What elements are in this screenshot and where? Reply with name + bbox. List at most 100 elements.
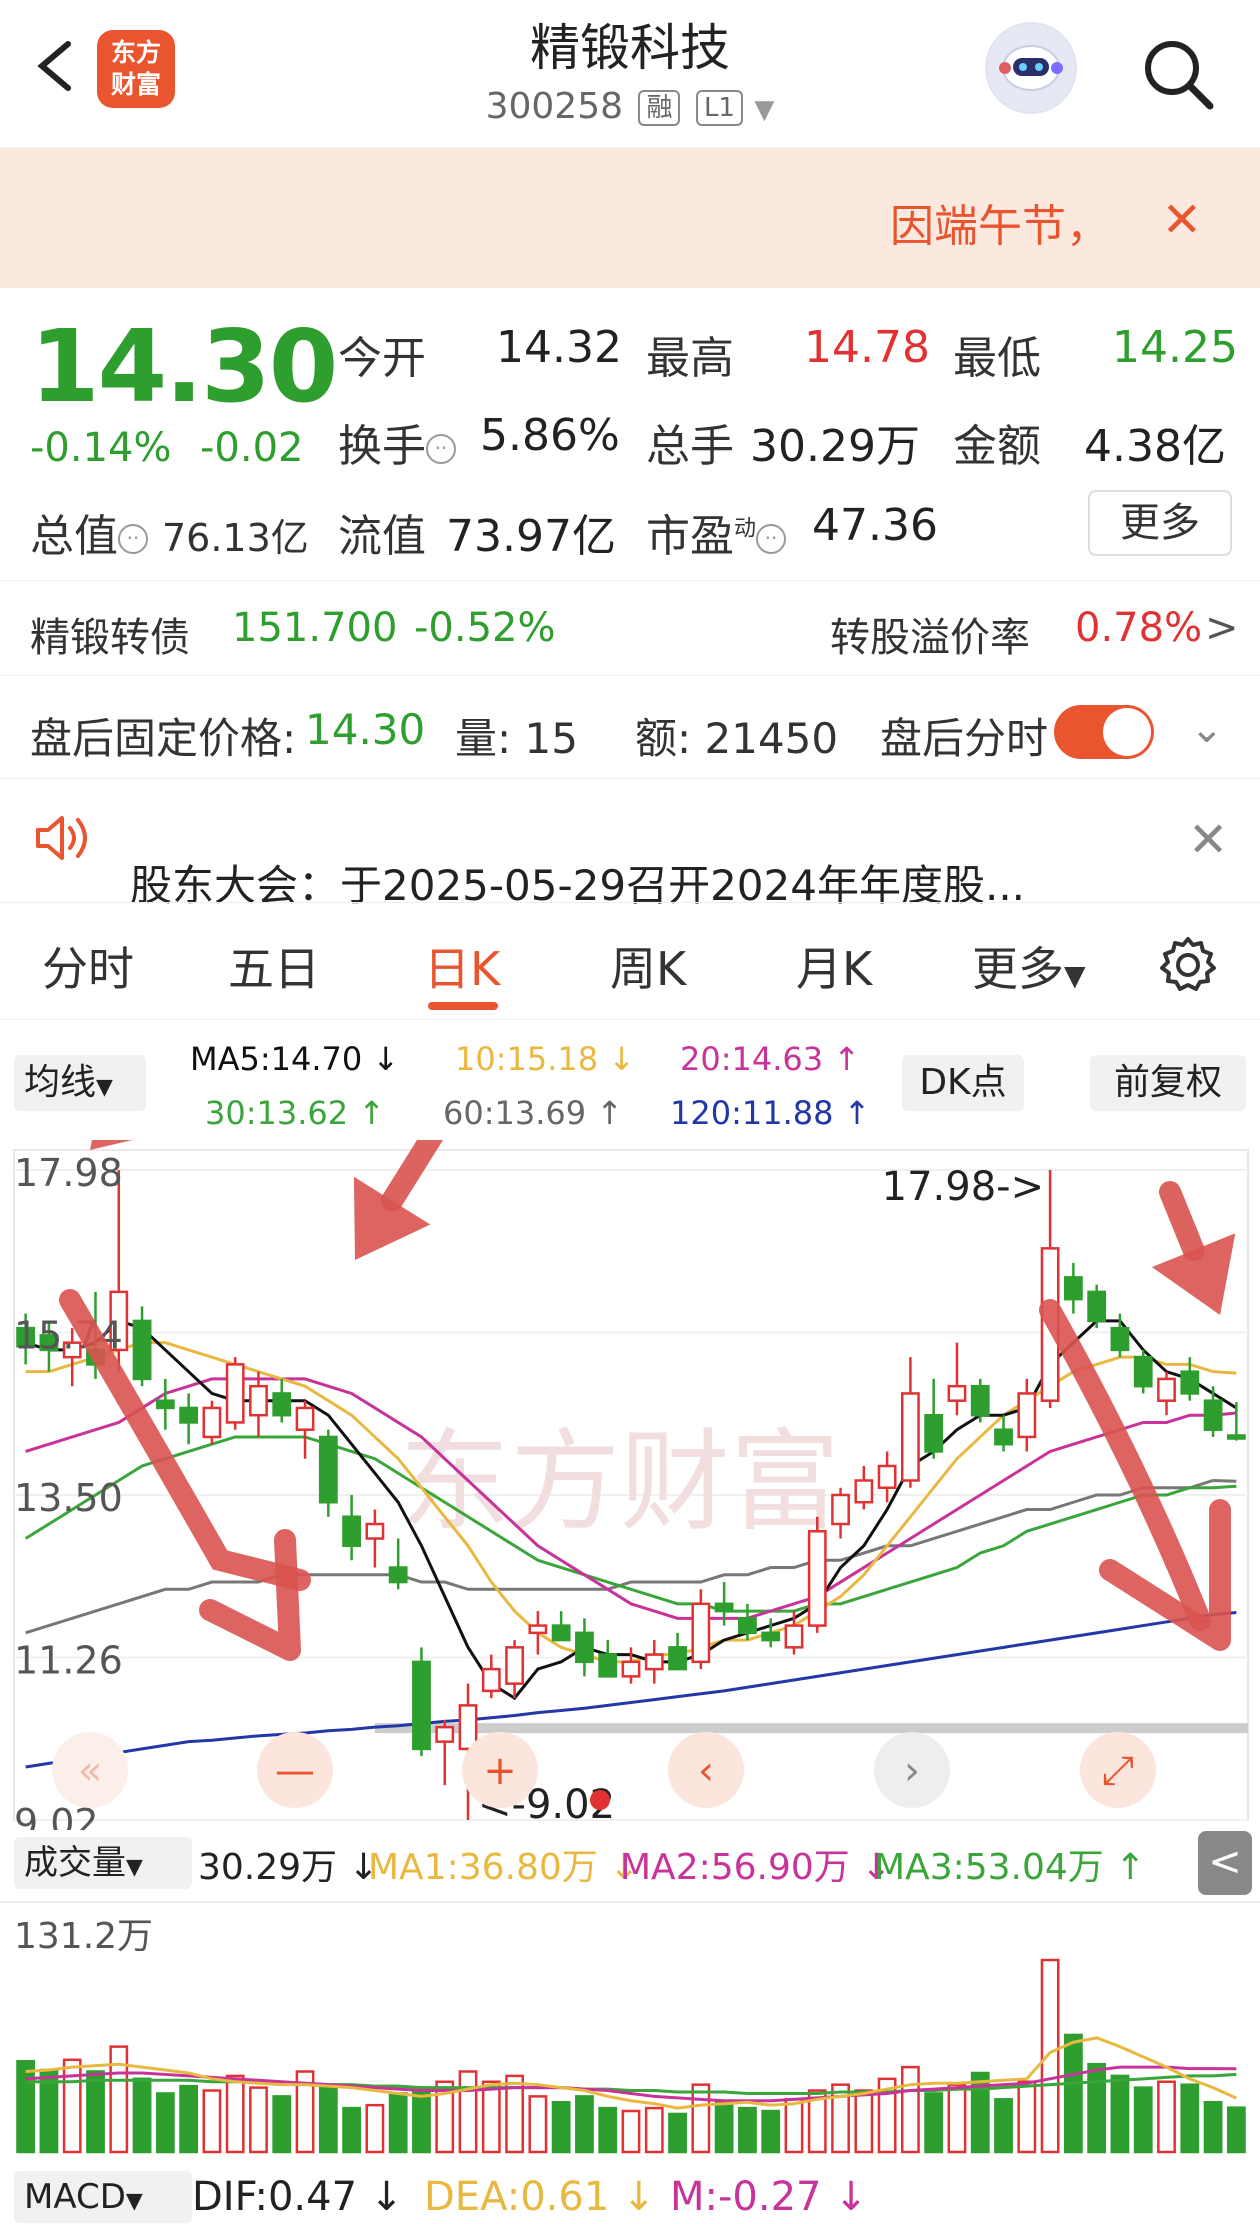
ma-selector[interactable]: 均线▼ [14,1055,146,1111]
candle-body [1157,1377,1176,1402]
candle-body [132,1319,152,1381]
volume-bar [458,2070,478,2154]
candle-body [994,1428,1013,1446]
candle-body [1226,1434,1246,1440]
volume-bar [1180,2083,1200,2154]
collapse-panel-button[interactable]: < [1198,1831,1252,1895]
high-label: 最高 [646,333,734,384]
low-value: 14.25 [1112,322,1238,373]
turnover-label[interactable]: 换手 ·· [338,410,456,474]
tab-five-day[interactable]: 五日 [228,933,320,999]
candle-body [412,1660,431,1751]
divider [0,778,1260,779]
bond-price: 151.700 [232,605,398,651]
volume-indicator-selector[interactable]: 成交量▼ [14,1837,192,1889]
candle-body [1133,1355,1153,1388]
dk-point-button[interactable]: DK点 [902,1055,1024,1111]
market-cap-label[interactable]: 总值 ·· 76.13亿 [30,500,309,564]
volume-bar [1133,2086,1153,2154]
candle-body [621,1660,641,1678]
chevron-right-icon[interactable]: > [1205,605,1239,651]
open-label: 今开 [338,333,426,384]
candle-body [900,1392,920,1482]
volume-bar [16,2060,36,2154]
current-position-dot [590,1790,610,1810]
amount-value: 4.38亿 [1084,421,1226,472]
tab-more[interactable]: 更多▼ [972,933,1086,999]
annotation-curve [59,1289,311,1591]
volume-bar [388,2092,408,2154]
candle-body [551,1624,571,1642]
toggle-knob [1103,708,1151,756]
after-hours-volume-value: 15 [524,714,578,763]
search-icon[interactable] [1138,34,1218,114]
chevron-down-icon[interactable]: ⌄ [1190,706,1224,752]
after-hours-toggle[interactable] [1054,705,1154,759]
float-cap-value: 73.97亿 [446,511,616,562]
scroll-right-button-glyph: › [904,1748,920,1794]
after-hours-label: 盘后固定价格: [30,714,297,763]
candle-body [714,1602,734,1613]
pe-label[interactable]: 市盈动 ·· [646,500,787,564]
speaker-icon [36,816,87,860]
volume-bar [1063,2033,1083,2154]
volume-chart[interactable]: 131.2万 [0,1900,1260,2162]
tab-weekly-k[interactable]: 周K [610,933,686,999]
tab-monthly-k[interactable]: 月K [796,933,872,999]
app-header: 东方 财富 精锻科技 300258 融 L1 ▼ [0,0,1260,148]
candle-body [249,1384,268,1417]
volume-bar [1157,2080,1176,2154]
volume-bar [551,2100,571,2154]
gear-icon[interactable] [1158,935,1218,995]
assistant-robot-icon[interactable] [985,22,1077,114]
y-axis-labels: 17.9815.7413.5011.269.02 [14,1151,123,1830]
candle-body [481,1667,501,1693]
candle-body [575,1631,594,1664]
info-icon[interactable]: ·· [756,524,787,554]
close-icon[interactable]: ✕ [1162,192,1202,248]
candle-body [598,1653,618,1678]
volume-bar [947,2083,967,2154]
candle-body [318,1435,338,1504]
chart-tabs: 分时 五日 日K 周K 月K 更多▼ [0,902,1260,1020]
volume-bar [575,2095,594,2154]
volume-ma3: MA3:53.04万 ↑ [874,1847,1146,1888]
tab-daily-k[interactable]: 日K [424,933,500,999]
candle-body [435,1725,455,1743]
candle-body [365,1522,385,1540]
info-icon[interactable]: ·· [426,434,456,464]
premium-value: 0.78% [1075,605,1203,651]
candle-body [1110,1326,1130,1352]
volume-bar [1203,2100,1223,2154]
candle-body [970,1384,990,1417]
dropdown-triangle-icon: ▼ [1064,959,1086,992]
active-tab-indicator [428,1002,498,1010]
annotation-arrow [1159,1181,1205,1262]
macd-selector[interactable]: MACD▼ [14,2171,192,2223]
tab-intraday[interactable]: 分时 [42,933,134,999]
info-icon[interactable]: ·· [118,524,148,554]
volume-bar [1087,2062,1107,2154]
candlestick-chart[interactable]: 东方财富 17.9815.7413.5011.269.02 17.98-> <-… [0,1140,1260,1830]
volume-bar [62,2058,82,2154]
candle-body [854,1479,874,1504]
volume-bar [155,2092,175,2154]
volume-bar [691,2083,711,2154]
notice-text: 因端午节， [890,201,1110,252]
candle-body [644,1653,664,1671]
candle-body [761,1631,781,1642]
volume-bar [528,2095,548,2154]
close-icon[interactable]: ✕ [1188,812,1228,868]
volume-bar [365,2103,385,2154]
adjust-mode-button[interactable]: 前复权 [1090,1055,1246,1111]
candle-body [225,1363,245,1424]
dropdown-triangle-icon: ▼ [125,2189,143,2214]
candle-body [342,1515,362,1548]
volume-bar [412,2089,431,2154]
bond-label[interactable]: 精锻转债 [30,605,190,663]
open-value: 14.32 [496,322,622,373]
more-button[interactable]: 更多 [1088,490,1232,556]
candle-body [947,1384,967,1402]
chart-nav-controls: « — + ‹ › ⤢ [52,1732,1156,1810]
candle-body [807,1530,827,1627]
